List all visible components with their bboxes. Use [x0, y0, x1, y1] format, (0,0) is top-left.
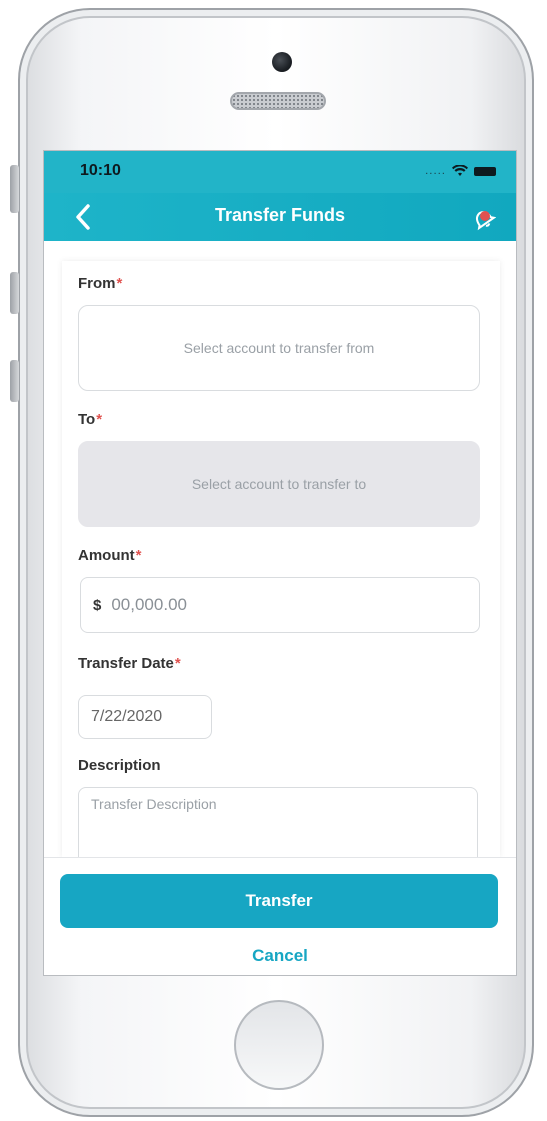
to-account-placeholder: Select account to transfer to	[191, 476, 367, 492]
wifi-icon	[452, 165, 468, 176]
transfer-date-input[interactable]: 7/22/2020	[78, 695, 212, 739]
battery-icon	[474, 166, 496, 176]
description-placeholder: Transfer Description	[91, 796, 217, 812]
transfer-date-label: Transfer Date*	[78, 655, 181, 672]
from-label: From*	[78, 275, 123, 292]
description-label: Description	[78, 757, 161, 774]
transfer-form: From* Select account to transfer from To…	[62, 261, 500, 867]
app-screen: 10:10 ..... Transfer Funds From* Select …	[43, 150, 517, 976]
phone-mute-switch	[10, 165, 19, 213]
to-account-select[interactable]: Select account to transfer to	[78, 441, 480, 527]
cancel-button[interactable]: Cancel	[44, 946, 516, 966]
transfer-button[interactable]: Transfer	[60, 874, 498, 928]
from-account-placeholder: Select account to transfer from	[183, 340, 375, 356]
header-bar: Transfer Funds	[44, 193, 516, 241]
description-textarea[interactable]: Transfer Description	[78, 787, 478, 867]
transfer-date-value: 7/22/2020	[91, 708, 163, 725]
status-bar: 10:10 .....	[44, 151, 516, 193]
home-button[interactable]	[234, 1000, 324, 1090]
front-camera	[272, 52, 292, 72]
amount-placeholder: 00,000.00	[111, 595, 187, 614]
page-title: Transfer Funds	[214, 205, 346, 225]
currency-symbol: $	[93, 596, 102, 614]
bell-alert-icon[interactable]	[470, 205, 496, 231]
status-time: 10:10	[80, 162, 121, 179]
action-footer: Transfer Cancel	[44, 857, 516, 975]
status-icons: .....	[425, 165, 496, 177]
to-label: To*	[78, 411, 103, 428]
from-account-select[interactable]: Select account to transfer from	[78, 305, 480, 391]
earpiece-speaker	[230, 92, 326, 110]
phone-volume-down	[10, 360, 19, 402]
phone-volume-up	[10, 272, 19, 314]
amount-input[interactable]: $ 00,000.00	[80, 577, 480, 633]
signal-dots: .....	[425, 165, 446, 177]
amount-label: Amount*	[78, 547, 142, 564]
